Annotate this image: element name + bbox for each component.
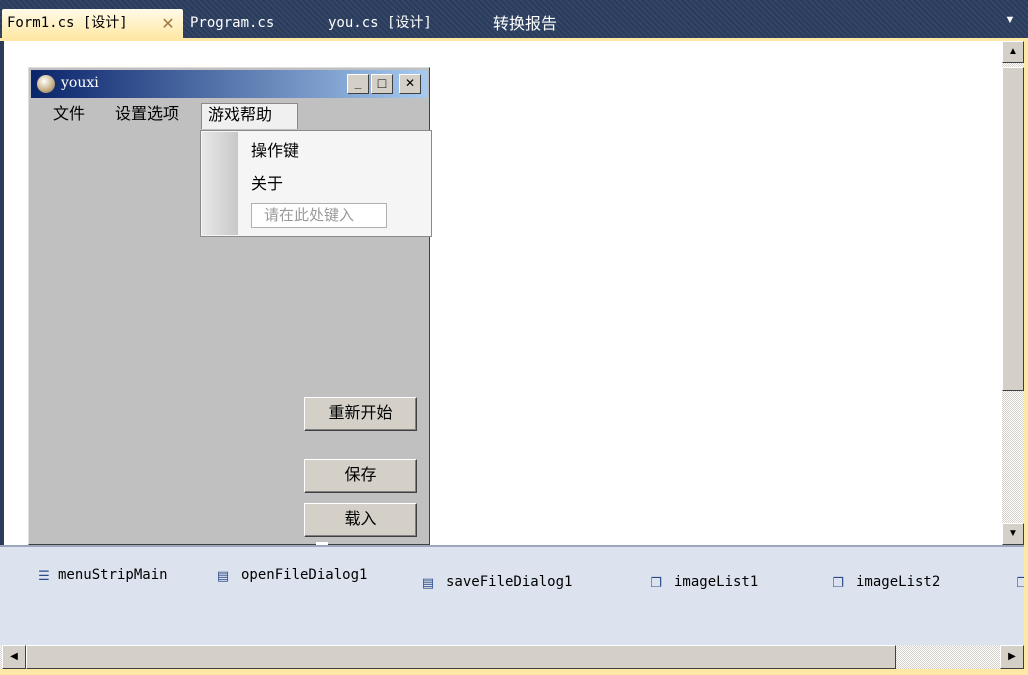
menu-file[interactable]: 文件 [47, 103, 91, 129]
image-list-icon: ❐ [650, 575, 662, 590]
form-title: youxi [61, 75, 99, 91]
tray-item-label: openFileDialog1 [241, 567, 368, 583]
tray-item-label: imageList2 [856, 574, 941, 590]
save-button[interactable]: 保存 [304, 459, 417, 493]
vertical-scroll-thumb[interactable] [1002, 67, 1024, 391]
tab-label: you.cs [设计] [328, 15, 432, 31]
tab-label: Program.cs [190, 15, 275, 31]
form-title-bar[interactable]: youxi _ □ ✕ [31, 70, 427, 98]
help-dropdown-menu: 操作键 关于 请在此处键入 [200, 130, 432, 237]
maximize-icon[interactable]: □ [371, 74, 393, 94]
tray-item-partial[interactable]: ❐ [1012, 574, 1024, 596]
tab-you-design[interactable]: you.cs [设计] [328, 9, 432, 38]
tab-label: Form1.cs [设计] [7, 15, 128, 31]
menu-strip: 文件 设置选项 游戏帮助 [31, 100, 427, 130]
image-list-icon: ❐ [832, 575, 844, 590]
tab-label: 转换报告 [493, 14, 558, 33]
tab-form1-design[interactable]: Form1.cs [设计] ✕ [2, 9, 183, 38]
tray-item-label: saveFileDialog1 [446, 574, 573, 590]
tray-item-label: imageList1 [674, 574, 759, 590]
chevron-down-icon[interactable]: ▼ [1002, 12, 1018, 28]
horizontal-scroll-thumb[interactable] [26, 645, 896, 669]
close-icon[interactable]: ✕ [158, 9, 178, 38]
menu-image-margin [202, 132, 238, 235]
tab-program-cs[interactable]: Program.cs [190, 9, 274, 38]
open-file-dialog-icon: ▤ [216, 568, 230, 583]
minimize-icon[interactable]: _ [347, 74, 369, 94]
document-tab-strip: Form1.cs [设计] ✕ Program.cs you.cs [设计] 转… [0, 0, 1028, 38]
tray-item-label: menuStripMain [58, 567, 168, 583]
menu-settings[interactable]: 设置选项 [109, 103, 185, 129]
close-icon[interactable]: ✕ [399, 74, 421, 94]
scroll-right-icon[interactable]: ▶ [1000, 645, 1024, 669]
frame-edge [0, 669, 1028, 675]
scroll-left-icon[interactable]: ◀ [2, 645, 26, 669]
tab-conversion-report[interactable]: 转换报告 [493, 9, 557, 38]
menu-strip-icon: ☰ [38, 568, 50, 583]
component-tray[interactable]: ☰ menuStripMain ▤ openFileDialog1 ▤ save… [0, 545, 1024, 645]
type-here-input[interactable]: 请在此处键入 [251, 203, 387, 228]
app-icon [37, 75, 55, 93]
menu-game-help[interactable]: 游戏帮助 [201, 103, 298, 129]
frame-edge [1024, 41, 1028, 675]
image-list-icon: ❐ [1016, 575, 1024, 590]
save-file-dialog-icon: ▤ [421, 575, 435, 590]
vertical-scrollbar[interactable]: ▲ ▼ [1002, 41, 1024, 545]
horizontal-scrollbar[interactable]: ◀ ▶ [0, 645, 1024, 669]
load-button[interactable]: 载入 [304, 503, 417, 537]
menu-item-about[interactable]: 关于 [251, 170, 283, 194]
menu-item-controls[interactable]: 操作键 [251, 137, 299, 161]
scroll-down-icon[interactable]: ▼ [1002, 523, 1024, 545]
restart-button[interactable]: 重新开始 [304, 397, 417, 431]
scroll-up-icon[interactable]: ▲ [1002, 41, 1024, 63]
